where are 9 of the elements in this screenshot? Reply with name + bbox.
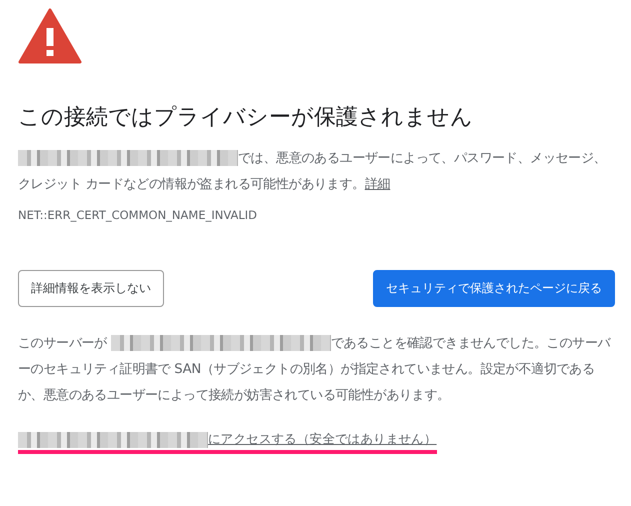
warning-icon [18, 8, 82, 64]
details-link[interactable]: 詳細 [364, 177, 390, 192]
details-message: このサーバーが であることを確認できませんでした。このサーバーのセキュリティ証明書で SAN（サブジェクトの別名）が指定されていません。設定が不適切であるか、悪意のあるユーザーによって接続が妨害されている可能性があります。 [18, 334, 612, 405]
back-to-safety-button[interactable]: セキュリティで保護されたページに戻る [373, 270, 615, 307]
hide-details-button[interactable]: 詳細情報を表示しない [18, 270, 164, 307]
proceed-link[interactable]: にアクセスする（安全ではありません） [208, 431, 437, 446]
page-title: この接続ではプライバシーが保護されません [18, 104, 474, 132]
warning-message: では、悪意のあるユーザーによって、パスワード、メッセージ、クレジット カードなどの情報が盗まれる可能性があります。詳細 [18, 149, 608, 194]
error-code: NET::ERR_CERT_COMMON_NAME_INVALID [18, 208, 258, 222]
